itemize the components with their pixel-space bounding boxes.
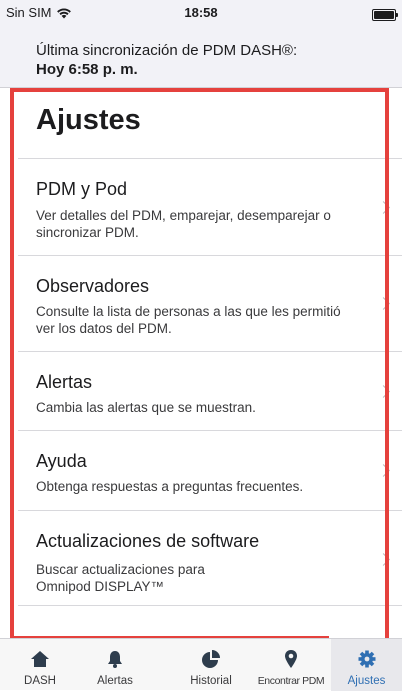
home-icon	[31, 651, 49, 667]
settings-item-alertas[interactable]: Alertas Cambia las alertas que se muestr…	[18, 351, 402, 430]
bell-icon	[108, 651, 122, 668]
sync-label: Última sincronización de PDM DASH®:	[36, 42, 298, 59]
tab-label: Alertas	[97, 675, 133, 687]
settings-item-description: Obtenga respuestas a preguntas frecuente…	[36, 479, 304, 494]
chevron-right-icon	[377, 385, 390, 398]
gear-icon	[358, 650, 375, 668]
settings-list: PDM y Pod Ver detalles del PDM, empareja…	[18, 158, 402, 606]
tab-historial[interactable]: Historial	[176, 639, 246, 691]
tab-bar: DASH Alertas Historial Encontrar PDM Aju…	[0, 638, 402, 691]
settings-item-title: Observadores	[36, 276, 150, 296]
battery-icon	[372, 9, 398, 21]
tab-ajustes[interactable]: Ajustes	[331, 639, 402, 691]
sync-header: Última sincronización de PDM DASH®: Hoy …	[0, 30, 402, 88]
settings-item-description: Consulte la lista de personas a las que …	[36, 304, 341, 336]
settings-item-title: PDM y Pod	[36, 179, 128, 199]
settings-item-title: Ayuda	[36, 451, 87, 471]
chevron-right-icon	[377, 464, 390, 477]
page-title: Ajustes	[36, 104, 141, 136]
chevron-right-icon	[377, 553, 390, 566]
tab-label: Encontrar PDM	[257, 675, 325, 687]
tab-label: DASH	[24, 675, 56, 687]
settings-item-title: Actualizaciones de software	[36, 531, 260, 551]
tab-encontrar-pdm[interactable]: Encontrar PDM	[252, 639, 330, 691]
location-pin-icon	[285, 650, 297, 668]
settings-item-actualizaciones[interactable]: Actualizaciones de software Buscar actua…	[18, 510, 402, 606]
tab-dash[interactable]: DASH	[0, 639, 80, 691]
settings-item-pdm-pod[interactable]: PDM y Pod Ver detalles del PDM, empareja…	[18, 158, 402, 255]
sync-time: Hoy 6:58 p. m.	[36, 61, 138, 78]
tab-label: Ajustes	[347, 675, 386, 687]
settings-item-description: Ver detalles del PDM, emparejar, desempa…	[36, 208, 331, 240]
settings-item-title: Alertas	[36, 372, 93, 392]
settings-item-description: Cambia las alertas que se muestran.	[36, 400, 256, 415]
settings-item-description: Buscar actualizaciones para Omnipod DISP…	[36, 562, 205, 594]
settings-item-observadores[interactable]: Observadores Consulte la lista de person…	[18, 255, 402, 351]
status-time: 18:58	[184, 5, 218, 20]
pie-chart-icon	[202, 650, 220, 668]
tab-alertas[interactable]: Alertas	[80, 639, 150, 691]
tab-label: Historial	[190, 675, 232, 687]
chevron-right-icon	[377, 201, 390, 214]
status-bar: Sin SIM 18:58	[0, 0, 402, 30]
chevron-right-icon	[377, 297, 390, 310]
settings-item-ayuda[interactable]: Ayuda Obtenga respuestas a preguntas fre…	[18, 430, 402, 510]
